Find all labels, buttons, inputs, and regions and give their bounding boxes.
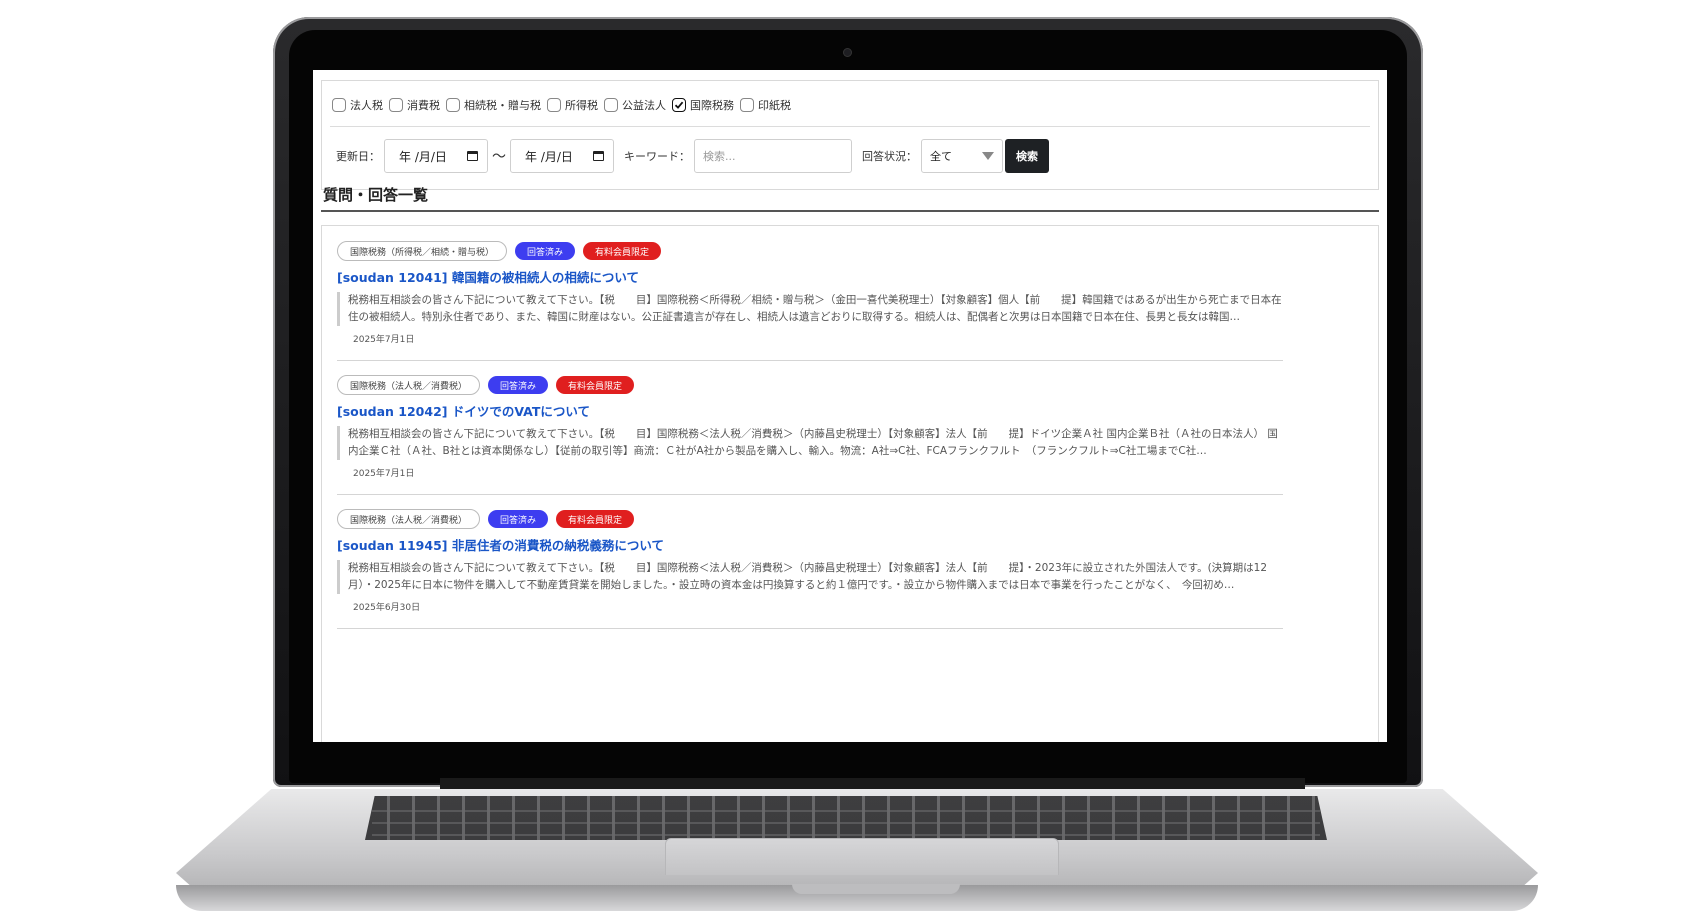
checkbox[interactable] [740, 98, 754, 112]
trackpad [665, 838, 1059, 875]
item-date: 2025年7月1日 [353, 335, 415, 345]
lid-notch [792, 884, 960, 894]
search-button[interactable]: 検索 [1005, 139, 1049, 173]
list-item: 国際税務（所得税／相続・贈与税） 回答済み 有料会員限定 [soudan 120… [337, 241, 1283, 345]
section-underline [321, 210, 1379, 212]
item-excerpt: 税務相互相談会の皆さん下記について教えて下さい。【税 目】国際税務＜法人税／消費… [337, 426, 1283, 460]
calendar-icon[interactable] [593, 151, 604, 161]
status-badge: 回答済み [515, 242, 576, 260]
filter-panel: 法人税 消費税 相続税・贈与税 所得税 公益法人 国際税務 印紙税 更新日： 年… [321, 80, 1379, 190]
category-sozokuzei[interactable]: 相続税・贈与税 [446, 97, 541, 113]
item-divider [337, 628, 1283, 629]
checkbox-checked[interactable] [672, 98, 686, 112]
screen: 法人税 消費税 相続税・贈与税 所得税 公益法人 国際税務 印紙税 更新日： 年… [313, 70, 1387, 742]
checkbox[interactable] [547, 98, 561, 112]
category-filter: 法人税 消費税 相続税・贈与税 所得税 公益法人 国際税務 印紙税 [332, 97, 797, 113]
status-select[interactable]: 全て [921, 139, 1003, 173]
item-date: 2025年6月30日 [353, 603, 421, 613]
item-tags: 国際税務（所得税／相続・贈与税） 回答済み 有料会員限定 [337, 241, 1283, 261]
divider [330, 126, 1370, 127]
item-tags: 国際税務（法人税／消費税） 回答済み 有料会員限定 [337, 509, 1283, 529]
category-inshizei[interactable]: 印紙税 [740, 97, 791, 113]
category-shohizei[interactable]: 消費税 [389, 97, 440, 113]
keyboard-rows [372, 800, 1320, 836]
item-title-link[interactable]: [soudan 11945] 非居住者の消費税の納税義務について [337, 535, 1283, 554]
qa-list: 国際税務（所得税／相続・贈与税） 回答済み 有料会員限定 [soudan 120… [321, 225, 1379, 742]
updated-label: 更新日： [336, 150, 380, 163]
date-separator: 〜 [492, 149, 506, 165]
item-title-link[interactable]: [soudan 12042] ドイツでのVATについて [337, 401, 1283, 420]
date-from-input[interactable]: 年 /月/日 [384, 139, 488, 173]
status-label: 回答状況： [862, 150, 917, 163]
member-badge: 有料会員限定 [556, 376, 635, 394]
category-tag: 国際税務（法人税／消費税） [337, 509, 481, 529]
category-koeki[interactable]: 公益法人 [604, 97, 666, 113]
item-title-link[interactable]: [soudan 12041] 韓国籍の被相続人の相続について [337, 267, 1283, 286]
category-tag: 国際税務（法人税／消費税） [337, 375, 481, 395]
item-date: 2025年7月1日 [353, 469, 415, 479]
status-badge: 回答済み [488, 510, 549, 528]
check-icon [674, 101, 684, 109]
checkbox[interactable] [332, 98, 346, 112]
checkbox[interactable] [446, 98, 460, 112]
item-divider [337, 494, 1283, 495]
category-kokusai[interactable]: 国際税務 [672, 97, 734, 113]
status-badge: 回答済み [488, 376, 549, 394]
checkbox[interactable] [604, 98, 618, 112]
search-form: 更新日： 年 /月/日 〜 年 /月/日 キーワード： 検索... 回答状況： … [336, 138, 1049, 174]
category-tag: 国際税務（所得税／相続・贈与税） [337, 241, 508, 261]
keyword-label: キーワード： [624, 150, 690, 163]
camera-icon [843, 48, 852, 57]
item-tags: 国際税務（法人税／消費税） 回答済み 有料会員限定 [337, 375, 1283, 395]
dropdown-arrow-icon [982, 152, 994, 160]
checkbox[interactable] [389, 98, 403, 112]
keyword-input[interactable]: 検索... [694, 139, 852, 173]
list-item: 国際税務（法人税／消費税） 回答済み 有料会員限定 [soudan 11945]… [337, 509, 1283, 613]
member-badge: 有料会員限定 [556, 510, 635, 528]
item-divider [337, 360, 1283, 361]
member-badge: 有料会員限定 [583, 242, 662, 260]
category-shotokuzei[interactable]: 所得税 [547, 97, 598, 113]
item-excerpt: 税務相互相談会の皆さん下記について教えて下さい。【税 目】国際税務＜法人税／消費… [337, 560, 1283, 594]
category-hojinzei[interactable]: 法人税 [332, 97, 383, 113]
date-to-input[interactable]: 年 /月/日 [510, 139, 614, 173]
section-title: 質問・回答一覧 [323, 186, 429, 204]
item-excerpt: 税務相互相談会の皆さん下記について教えて下さい。【税 目】国際税務＜所得税／相続… [337, 292, 1283, 326]
list-item: 国際税務（法人税／消費税） 回答済み 有料会員限定 [soudan 12042]… [337, 375, 1283, 479]
calendar-icon[interactable] [467, 151, 478, 161]
